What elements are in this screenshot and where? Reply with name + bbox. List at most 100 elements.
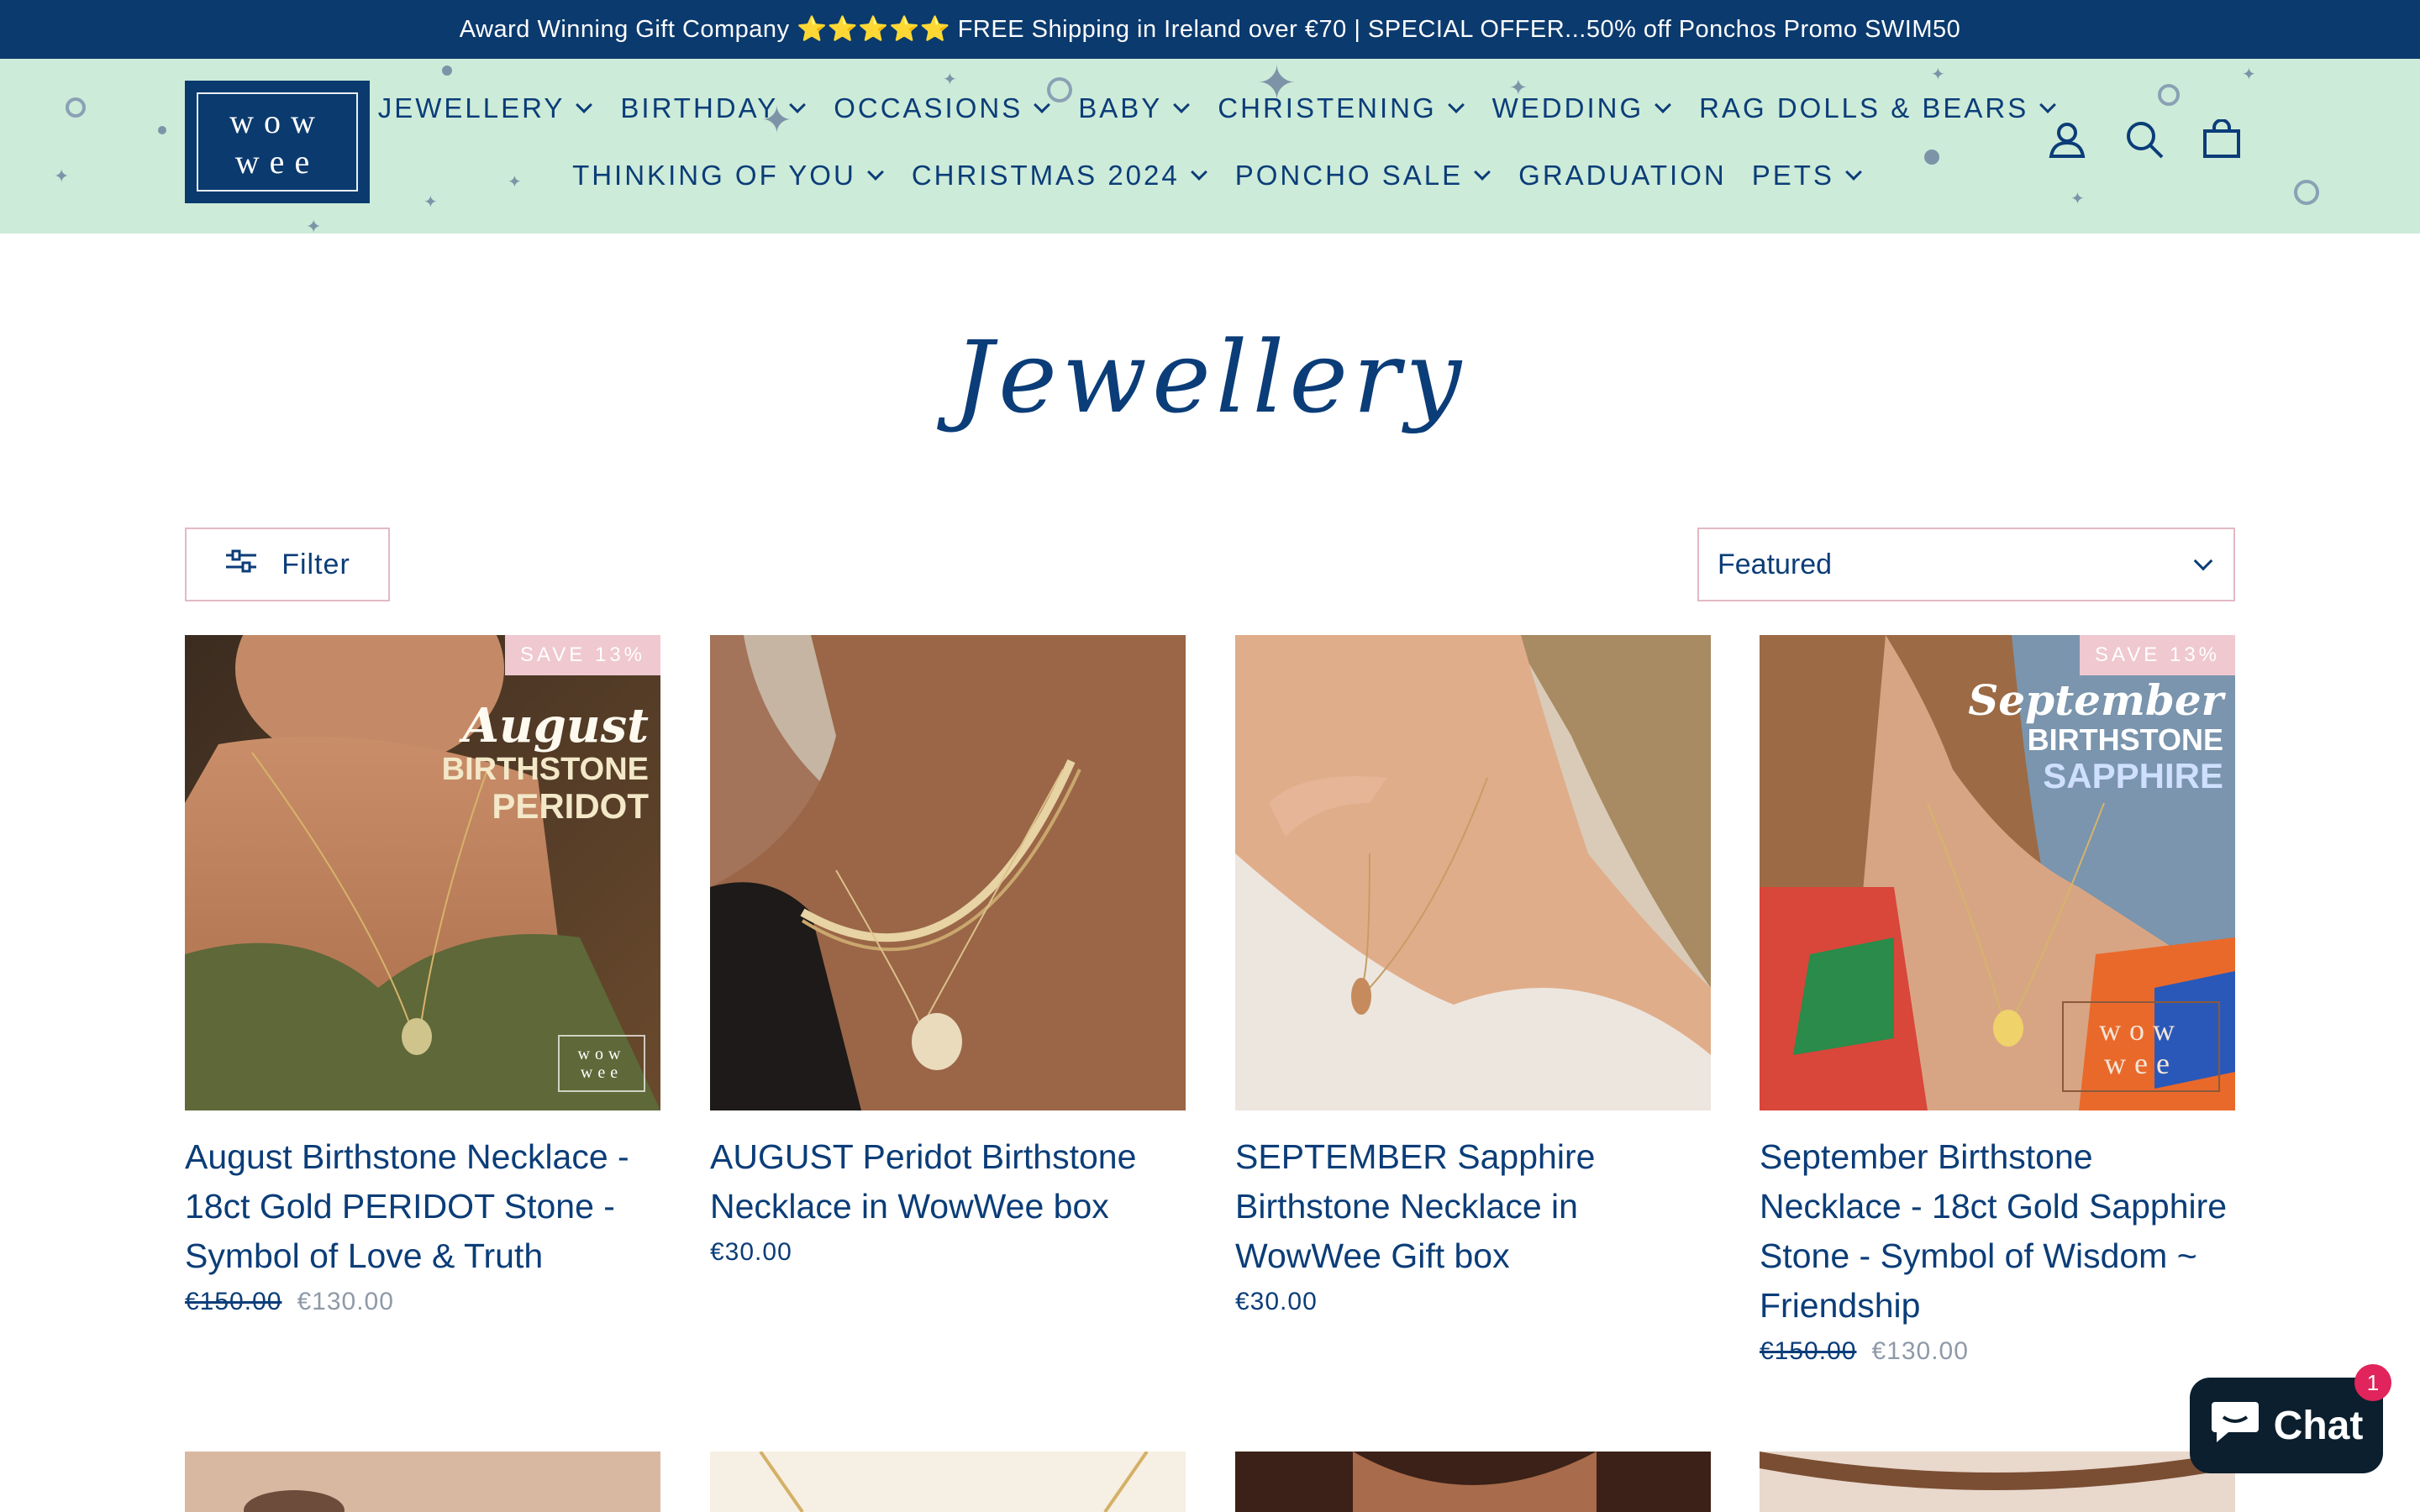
price-row: €150.00 €130.00 [185, 1288, 660, 1316]
image-brand-logo: wow wee [558, 1035, 645, 1092]
nav-item-graduation[interactable]: GRADUATION [1518, 160, 1727, 192]
decor-star-icon: ✦ [2242, 64, 2256, 84]
product-image-partial[interactable] [710, 1450, 1186, 1512]
logo-line-2: wee [234, 143, 320, 181]
image-overlay-text: September BIRTHSTONE SAPPHIRE [1968, 677, 2223, 795]
logo-frame: wow wee [197, 92, 358, 192]
product-photo-partial [1235, 1452, 1711, 1512]
price-sale: €130.00 [297, 1288, 394, 1315]
product-title[interactable]: SEPTEMBER Sapphire Birthstone Necklace i… [1235, 1132, 1711, 1281]
nav-item-poncho-sale[interactable]: PONCHO SALE [1235, 160, 1493, 192]
wowwee-logo[interactable]: wow wee [185, 81, 370, 203]
price: €30.00 [1235, 1288, 1318, 1315]
product-card[interactable]: SAVE 13% August BIRTHSTONE PERIDOT wow w… [185, 635, 660, 1316]
nav-label: CHRISTENING [1218, 92, 1437, 123]
chevron-down-icon [2193, 551, 2213, 571]
nav-label: OCCASIONS [834, 92, 1023, 123]
nav-item-pets[interactable]: PETS [1752, 160, 1865, 192]
nav-item-rag-dolls-bears[interactable]: RAG DOLLS & BEARS [1699, 92, 2059, 124]
decor-circle-icon [66, 97, 86, 118]
product-card[interactable]: AUGUST Peridot Birthstone Necklace in Wo… [710, 635, 1186, 1267]
nav-label: RAG DOLLS & BEARS [1699, 92, 2029, 123]
nav-item-jewellery[interactable]: JEWELLERY [378, 92, 596, 124]
product-image-partial[interactable] [1235, 1452, 1711, 1512]
product-photo-sapphire-necklace [1235, 635, 1711, 1110]
chat-button[interactable]: Chat [2190, 1378, 2383, 1473]
chevron-down-icon [1655, 97, 1672, 113]
decor-star-icon: ✦ [2070, 188, 2085, 208]
sort-select[interactable]: Featured [1697, 528, 2235, 601]
nav-item-birthday[interactable]: BIRTHDAY [620, 92, 808, 124]
nav-label: BIRTHDAY [620, 92, 779, 123]
image-line-1: BIRTHSTONE [441, 751, 649, 787]
product-photo-partial [185, 1452, 660, 1512]
announcement-bar: Award Winning Gift Company ⭐⭐⭐⭐⭐ FREE Sh… [0, 0, 2420, 59]
nav-label: JEWELLERY [377, 92, 566, 123]
chevron-down-icon [576, 97, 593, 113]
decor-star-icon: ✦ [306, 217, 322, 234]
product-photo-partial [710, 1450, 1186, 1512]
nav-item-christmas-2024[interactable]: CHRISTMAS 2024 [912, 160, 1210, 192]
image-logo-line-2: wee [2104, 1047, 2178, 1080]
product-image[interactable]: SAVE 13% September BIRTHSTONE SAPPHIRE w… [1760, 635, 2235, 1110]
decor-star-icon: ✦ [54, 166, 70, 187]
product-title[interactable]: August Birthstone Necklace - 18ct Gold P… [185, 1132, 660, 1281]
logo-line-1: wow [229, 102, 325, 140]
nav-item-thinking-of-you[interactable]: THINKING OF YOU [572, 160, 886, 192]
price-sale: €130.00 [1871, 1337, 1969, 1365]
image-brand-logo: wow wee [2062, 1001, 2220, 1092]
nav-row-2: THINKING OF YOU CHRISTMAS 2024 PONCHO SA… [412, 160, 2025, 192]
nav-label: PONCHO SALE [1234, 160, 1464, 191]
price-row: €30.00 [710, 1238, 1186, 1267]
image-month: August [462, 698, 649, 753]
price-original: €150.00 [1760, 1337, 1857, 1365]
product-photo-partial [1760, 1452, 2235, 1512]
nav-label: GRADUATION [1518, 160, 1727, 191]
save-badge: SAVE 13% [505, 635, 660, 675]
product-card[interactable]: SAVE 13% September BIRTHSTONE SAPPHIRE w… [1760, 635, 2235, 1366]
product-image[interactable] [1235, 635, 1711, 1110]
nav-item-occasions[interactable]: OCCASIONS [834, 92, 1053, 124]
product-image[interactable]: SAVE 13% August BIRTHSTONE PERIDOT wow w… [185, 635, 660, 1110]
product-image[interactable] [710, 635, 1186, 1110]
search-icon[interactable] [2123, 118, 2166, 161]
sort-selected-value: Featured [1718, 548, 1833, 580]
decor-circle-icon [2158, 84, 2180, 106]
image-logo-line-1: wow [577, 1045, 626, 1063]
nav-label: THINKING OF YOU [572, 160, 856, 191]
account-icon[interactable] [2045, 118, 2089, 161]
image-line-2: PERIDOT [492, 786, 649, 827]
filter-button[interactable]: Filter [185, 528, 390, 601]
main-navigation: JEWELLERY BIRTHDAY OCCASIONS BABY CHRIST… [378, 59, 2057, 234]
image-month: September [1968, 675, 2223, 725]
chevron-down-icon [866, 164, 884, 181]
price-original: €150.00 [185, 1288, 282, 1315]
nav-item-baby[interactable]: BABY [1078, 92, 1192, 124]
price-row: €30.00 [1235, 1288, 1711, 1316]
nav-item-christening[interactable]: CHRISTENING [1218, 92, 1466, 124]
price: €30.00 [710, 1238, 792, 1266]
chevron-down-icon [1845, 164, 1862, 181]
decor-circle-icon [2294, 180, 2319, 205]
image-logo-line-1: wow [2099, 1013, 2183, 1047]
decor-dot-icon [158, 126, 166, 134]
product-title[interactable]: AUGUST Peridot Birthstone Necklace in Wo… [710, 1132, 1186, 1231]
product-image-partial[interactable] [185, 1452, 660, 1512]
product-image-partial[interactable] [1760, 1452, 2235, 1512]
chevron-down-icon [1173, 97, 1191, 113]
save-badge: SAVE 13% [2080, 635, 2235, 675]
nav-label: BABY [1078, 92, 1163, 123]
header-icons [2045, 118, 2244, 161]
filter-label: Filter [281, 548, 350, 580]
chat-notification-badge: 1 [2354, 1364, 2391, 1401]
product-title[interactable]: September Birthstone Necklace - 18ct Gol… [1760, 1132, 2235, 1331]
chevron-down-icon [1190, 164, 1207, 181]
chevron-down-icon [1447, 97, 1465, 113]
nav-item-wedding[interactable]: WEDDING [1492, 92, 1675, 124]
chat-bubble-icon [2210, 1397, 2260, 1454]
nav-label: WEDDING [1491, 92, 1644, 123]
cart-icon[interactable] [2200, 118, 2244, 161]
collection-title: Jewellery [953, 319, 1467, 435]
product-card[interactable]: SEPTEMBER Sapphire Birthstone Necklace i… [1235, 635, 1711, 1316]
nav-label: PETS [1751, 160, 1834, 191]
